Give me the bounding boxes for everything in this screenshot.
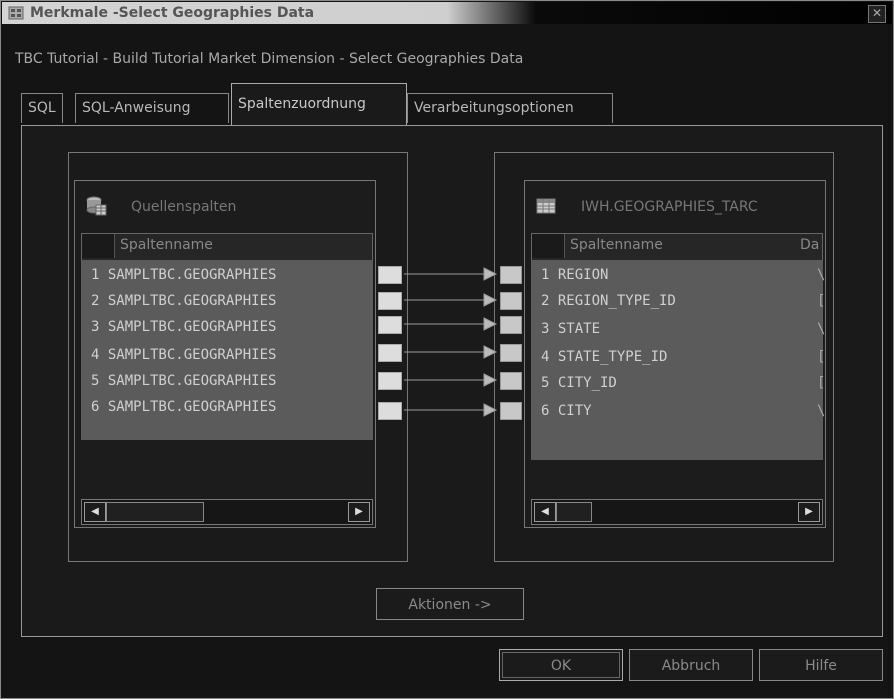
target-row-type: \ [817, 267, 826, 283]
target-column-header-datatype: Da [800, 237, 820, 253]
target-row[interactable]: 2 REGION_TYPE_ID [541, 288, 771, 314]
target-panel-title: IWH.GEOGRAPHIES_TARC [581, 199, 758, 215]
target-row[interactable]: 4 STATE_TYPE_ID [541, 344, 771, 370]
target-panel: IWH.GEOGRAPHIES_TARC Spaltenname Da 1 RE… [524, 180, 826, 528]
target-row-type: \ [817, 403, 826, 419]
tab-content: Quellenspalten Spaltenname 1 SAMPLTBC.GE… [21, 125, 883, 637]
source-row[interactable]: 1 SAMPLTBC.GEOGRAPHIES [91, 262, 371, 288]
close-icon: ✕ [871, 6, 883, 20]
source-port[interactable] [378, 344, 402, 362]
target-port[interactable] [500, 402, 522, 420]
target-horizontal-scrollbar[interactable]: ◀ ▶ [531, 499, 823, 525]
tab-verarbeitungsoptionen[interactable]: Verarbeitungsoptionen [407, 93, 613, 123]
target-panel-header: IWH.GEOGRAPHIES_TARC [525, 181, 825, 233]
actions-button[interactable]: Aktionen -> [376, 588, 524, 620]
database-columns-icon [86, 196, 107, 216]
source-row[interactable]: 5 SAMPLTBC.GEOGRAPHIES [91, 368, 371, 394]
app-icon [8, 6, 24, 20]
target-row[interactable]: 5 CITY_ID [541, 370, 771, 396]
dialog-window: Merkmale -Select Geographies Data ✕ TBC … [0, 0, 894, 699]
target-row[interactable]: 6 CITY [541, 398, 771, 424]
target-port[interactable] [500, 292, 522, 310]
source-port[interactable] [378, 266, 402, 284]
target-row[interactable]: 3 STATE [541, 316, 771, 342]
source-column-header[interactable]: Spaltenname [81, 233, 373, 261]
window-title: Merkmale -Select Geographies Data [30, 5, 315, 21]
source-port[interactable] [378, 372, 402, 390]
target-scroll-thumb[interactable] [556, 502, 592, 522]
scroll-left-icon[interactable]: ◀ [84, 502, 106, 522]
source-row[interactable]: 2 SAMPLTBC.GEOGRAPHIES [91, 288, 371, 314]
ok-button[interactable]: OK [499, 649, 623, 681]
scroll-right-icon[interactable]: ▶ [348, 502, 370, 522]
source-select-all[interactable] [82, 234, 115, 258]
scroll-right-icon[interactable]: ▶ [798, 502, 820, 522]
source-panel: Quellenspalten Spaltenname 1 SAMPLTBC.GE… [74, 180, 376, 528]
target-port[interactable] [500, 372, 522, 390]
source-panel-title: Quellenspalten [131, 199, 237, 215]
target-column-list: 1 REGION 2 REGION_TYPE_ID 3 STATE 4 STAT… [531, 260, 825, 460]
dialog-subtitle: TBC Tutorial - Build Tutorial Market Dim… [15, 51, 524, 67]
target-row-type: [ [817, 293, 826, 309]
target-port[interactable] [500, 344, 522, 362]
source-row[interactable]: 6 SAMPLTBC.GEOGRAPHIES [91, 394, 371, 420]
scroll-left-icon[interactable]: ◀ [534, 502, 556, 522]
source-horizontal-scrollbar[interactable]: ◀ ▶ [81, 499, 373, 525]
source-scroll-thumb[interactable] [106, 502, 204, 522]
target-row-type: [ [817, 375, 826, 391]
tab-spaltenzuordnung[interactable]: Spaltenzuordnung [231, 83, 407, 125]
source-column-header-label: Spaltenname [120, 237, 213, 253]
target-row-type: \ [817, 321, 826, 337]
target-row[interactable]: 1 REGION [541, 262, 771, 288]
target-port[interactable] [500, 316, 522, 334]
close-button[interactable]: ✕ [868, 5, 886, 23]
source-row[interactable]: 4 SAMPLTBC.GEOGRAPHIES [91, 342, 371, 368]
source-panel-header: Quellenspalten [75, 181, 375, 233]
source-row[interactable]: 3 SAMPLTBC.GEOGRAPHIES [91, 314, 371, 340]
source-port[interactable] [378, 402, 402, 420]
source-port[interactable] [378, 316, 402, 334]
source-column-list: 1 SAMPLTBC.GEOGRAPHIES 2 SAMPLTBC.GEOGRA… [81, 260, 373, 440]
target-column-header[interactable]: Spaltenname Da [531, 233, 823, 261]
tab-sql-anweisung[interactable]: SQL-Anweisung [75, 93, 229, 123]
target-select-all[interactable] [532, 234, 565, 258]
tab-sql[interactable]: SQL [21, 93, 63, 123]
title-bar[interactable]: Merkmale -Select Geographies Data ✕ [2, 2, 892, 24]
target-column-header-label: Spaltenname [570, 237, 663, 253]
help-button[interactable]: Hilfe [759, 649, 883, 681]
table-icon [536, 198, 556, 214]
cancel-button[interactable]: Abbruch [629, 649, 753, 681]
target-row-type: [ [817, 349, 826, 365]
source-port[interactable] [378, 292, 402, 310]
target-port[interactable] [500, 266, 522, 284]
